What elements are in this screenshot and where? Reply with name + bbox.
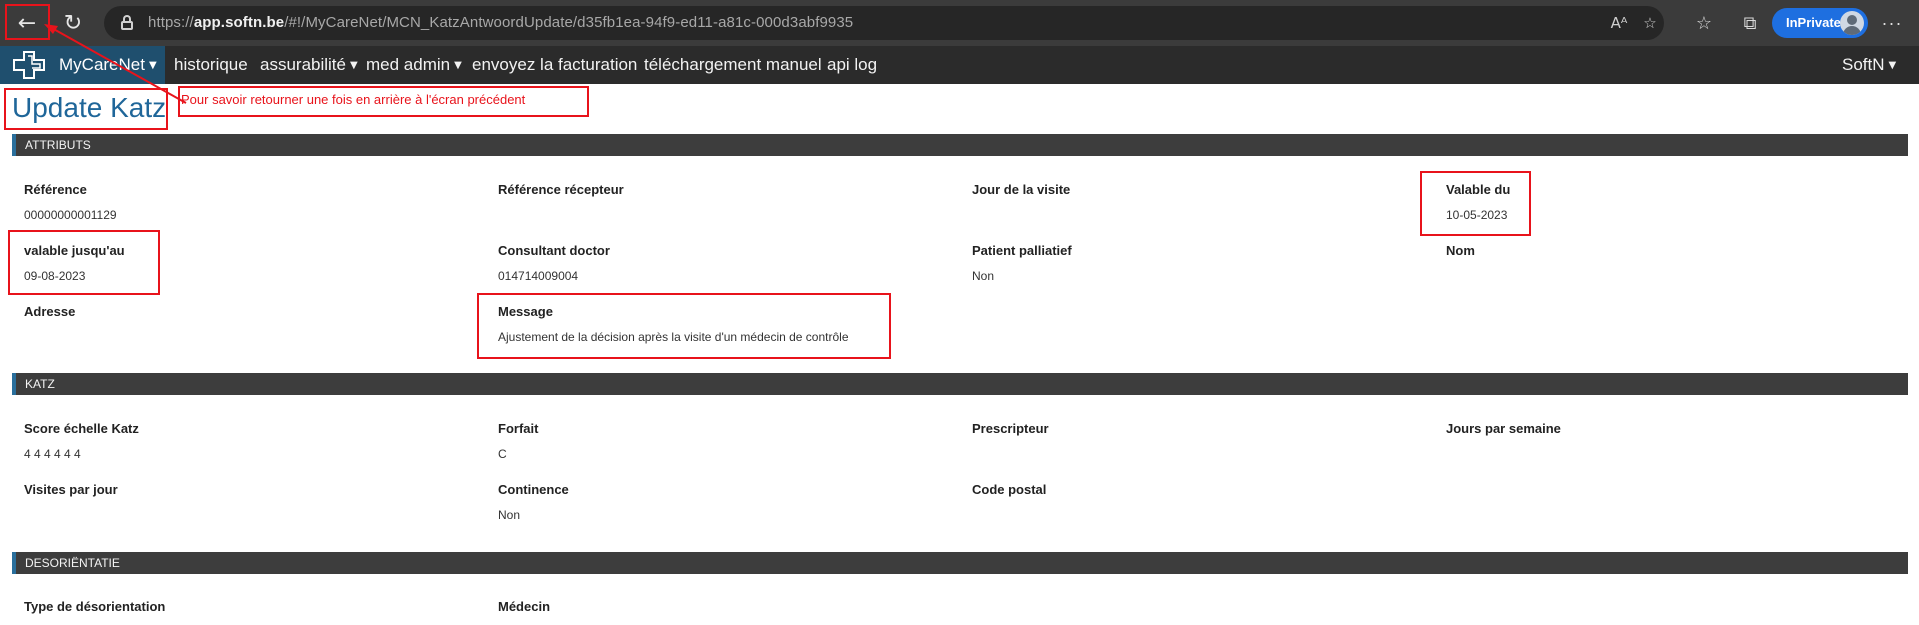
field-label-type-desorientation: Type de désorientation bbox=[24, 599, 166, 614]
favorite-add-icon[interactable]: ☆ bbox=[1638, 12, 1662, 34]
address-bar[interactable]: https://app.softn.be/#!/MyCareNet/MCN_Ka… bbox=[104, 6, 1664, 40]
app-root: ← ↻ https://app.softn.be/#!/MyCareNet/MC… bbox=[0, 0, 1919, 625]
chevron-down-icon: ▼ bbox=[148, 60, 157, 71]
section-header-attributs: ATTRIBUTS bbox=[12, 134, 1908, 156]
more-options-icon[interactable]: ··· bbox=[1878, 10, 1906, 36]
field-label-forfait: Forfait bbox=[498, 421, 539, 436]
brand[interactable]: MyCareNet ▼ bbox=[0, 46, 165, 84]
annotation-highlight-note bbox=[178, 86, 589, 117]
nav-api-log[interactable]: api log bbox=[827, 55, 877, 75]
nav-historique[interactable]: historique bbox=[174, 55, 248, 75]
medical-cross-logo-icon bbox=[13, 51, 45, 79]
chevron-down-icon: ▼ bbox=[454, 60, 462, 71]
field-label-code-postal: Code postal bbox=[972, 482, 1047, 497]
field-label-prescripteur: Prescripteur bbox=[972, 421, 1049, 436]
refresh-icon[interactable]: ↻ bbox=[54, 6, 92, 40]
collections-icon[interactable]: ⧉ bbox=[1736, 10, 1764, 36]
field-value-score-katz: 4 4 4 4 4 4 bbox=[24, 447, 81, 461]
brand-label: MyCareNet bbox=[59, 55, 145, 74]
field-label-continence: Continence bbox=[498, 482, 569, 497]
field-label-patient-palliatief: Patient palliatief bbox=[972, 243, 1072, 258]
profile-avatar-icon bbox=[1840, 11, 1864, 35]
nav-med-admin[interactable]: med admin ▼ bbox=[366, 55, 462, 75]
nav-envoyez-facturation[interactable]: envoyez la facturation bbox=[472, 55, 637, 75]
chevron-down-icon: ▼ bbox=[1888, 60, 1897, 71]
annotation-highlight-valable-jusquau bbox=[8, 230, 160, 295]
read-aloud-icon[interactable]: Aᴬ bbox=[1607, 12, 1631, 34]
field-label-visites-par-jour: Visites par jour bbox=[24, 482, 118, 497]
nav-telechargement-manuel[interactable]: téléchargement manuel bbox=[644, 55, 822, 75]
lock-icon bbox=[120, 15, 134, 31]
nav-assurabilite[interactable]: assurabilité ▼ bbox=[260, 55, 358, 75]
browser-toolbar: ← ↻ https://app.softn.be/#!/MyCareNet/MC… bbox=[0, 0, 1919, 46]
section-header-desorientatie: DESORIËNTATIE bbox=[12, 552, 1908, 574]
field-label-medecin: Médecin bbox=[498, 599, 551, 614]
field-label-reference: Référence bbox=[24, 182, 87, 197]
section-header-katz: KATZ bbox=[12, 373, 1908, 395]
field-label-nom: Nom bbox=[1446, 243, 1475, 258]
field-label-reference-recepteur: Référence récepteur bbox=[498, 182, 624, 197]
field-value-continence: Non bbox=[498, 508, 521, 522]
chevron-down-icon: ▼ bbox=[350, 60, 358, 71]
field-label-jour-visite: Jour de la visite bbox=[972, 182, 1071, 197]
field-label-score-katz: Score échelle Katz bbox=[24, 421, 139, 436]
field-label-jours-par-semaine: Jours par semaine bbox=[1446, 421, 1561, 436]
favorites-icon[interactable]: ☆ bbox=[1690, 10, 1718, 36]
user-menu[interactable]: SoftN ▼ bbox=[1842, 55, 1896, 75]
field-value-patient-palliatief: Non bbox=[972, 269, 995, 283]
app-navbar: MyCareNet ▼ historique assurabilité ▼ med … bbox=[0, 46, 1919, 84]
annotation-highlight-title bbox=[4, 88, 168, 130]
field-value-consultant-doctor: 014714009004 bbox=[498, 269, 579, 283]
annotation-highlight-valable-du bbox=[1420, 171, 1531, 236]
inprivate-button[interactable]: InPrivate bbox=[1772, 8, 1868, 38]
annotation-highlight-back bbox=[5, 4, 50, 40]
field-label-adresse: Adresse bbox=[24, 304, 76, 319]
field-value-forfait: C bbox=[498, 447, 507, 461]
field-label-consultant-doctor: Consultant doctor bbox=[498, 243, 610, 258]
annotation-highlight-message bbox=[477, 293, 891, 359]
field-value-reference: 00000000001129 bbox=[24, 208, 117, 222]
url-text[interactable]: https://app.softn.be/#!/MyCareNet/MCN_Ka… bbox=[148, 14, 853, 31]
